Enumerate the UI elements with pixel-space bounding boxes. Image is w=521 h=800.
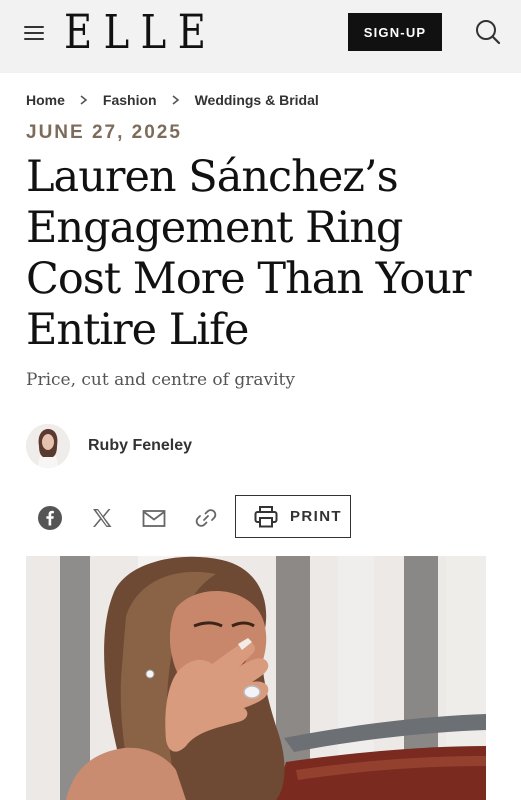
email-icon[interactable] [141,505,167,531]
x-icon[interactable] [89,505,115,531]
site-header: ELLE SIGN-UP [0,0,521,72]
article-hero-image [26,556,486,800]
printer-icon [254,505,278,527]
elle-logo[interactable]: ELLE [64,6,217,60]
print-button[interactable]: PRINT [235,495,351,538]
print-label: PRINT [290,508,342,525]
author-avatar[interactable] [26,424,70,468]
publish-date: JUNE 27, 2025 [26,122,182,143]
chevron-right-icon [172,95,179,105]
article-headline: Lauren Sánchez’s Engagement Ring Cost Mo… [26,152,472,355]
breadcrumb-home[interactable]: Home [26,92,65,108]
facebook-icon[interactable] [37,505,63,531]
signup-button[interactable]: SIGN-UP [348,13,442,51]
breadcrumb-fashion[interactable]: Fashion [103,92,157,108]
chevron-right-icon [80,95,88,105]
author-name[interactable]: Ruby Feneley [88,437,192,455]
search-icon[interactable] [474,18,502,46]
breadcrumb: Home Fashion Weddings & Bridal [26,90,319,110]
link-icon[interactable] [193,505,219,531]
article-dek: Price, cut and centre of gravity [26,370,295,390]
hamburger-menu-icon[interactable] [22,23,48,43]
breadcrumb-weddings-bridal[interactable]: Weddings & Bridal [195,92,319,108]
